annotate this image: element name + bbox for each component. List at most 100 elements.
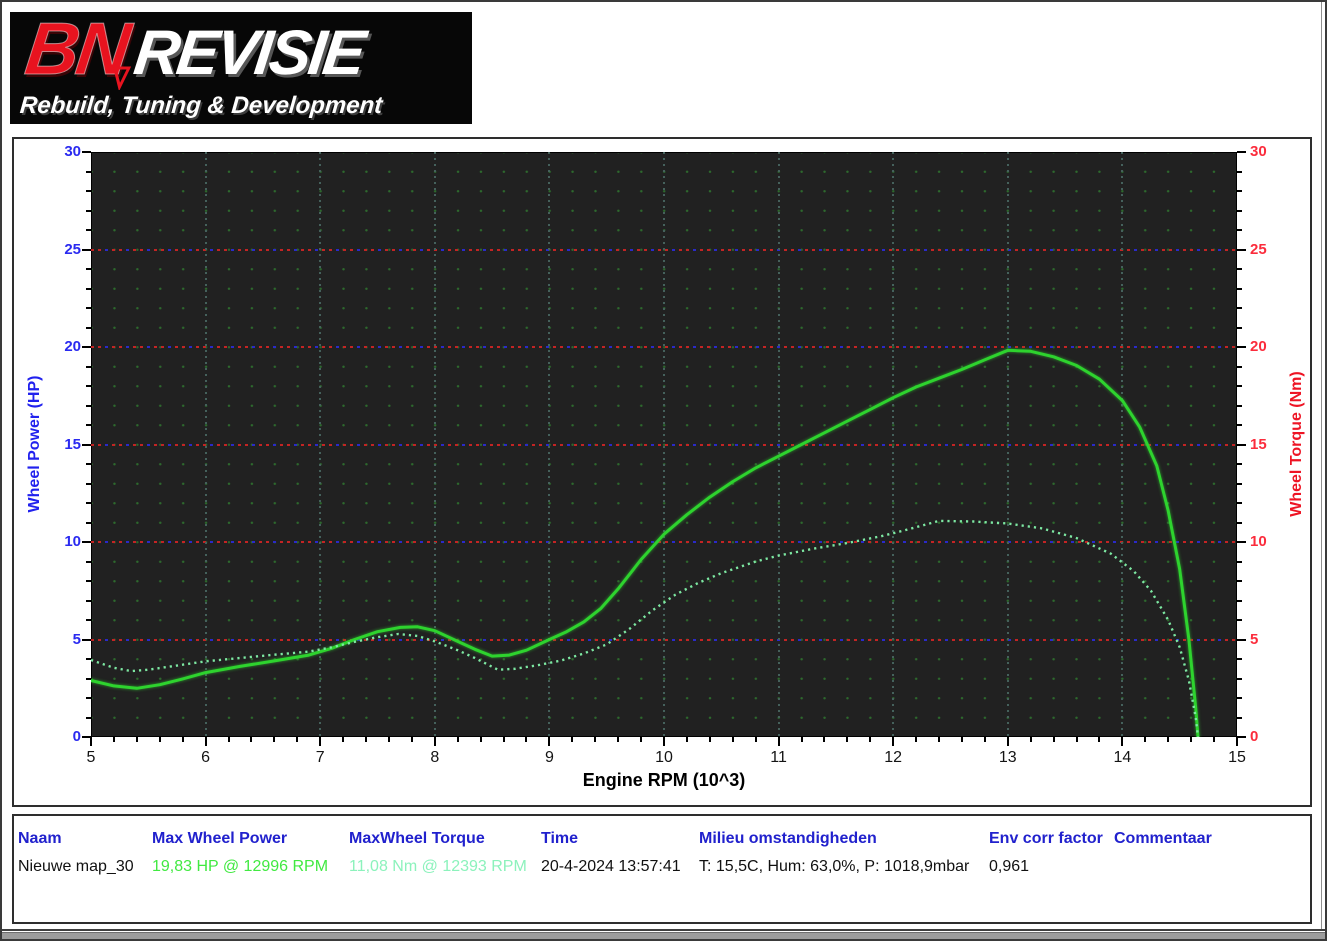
y-major-tick-right	[1237, 249, 1246, 251]
x-tick-label: 11	[761, 749, 797, 767]
column-header: Commentaar	[1114, 830, 1212, 848]
x-minor-tick	[640, 737, 642, 742]
column-header: Naam	[18, 830, 62, 848]
x-minor-tick	[250, 737, 252, 742]
y-major-tick-left	[82, 151, 91, 153]
y-major-tick-right	[1237, 444, 1246, 446]
y-minor-tick-right	[1237, 190, 1242, 192]
x-minor-tick	[182, 737, 184, 742]
y-minor-tick-left	[86, 658, 91, 660]
y-tick-label-right: 10	[1250, 533, 1286, 550]
logo-triangle-icon	[109, 66, 131, 95]
x-minor-tick	[732, 737, 734, 742]
y-tick-label-right: 15	[1250, 436, 1286, 453]
column-header: Env corr factor	[989, 830, 1103, 848]
y-major-tick-left	[82, 736, 91, 738]
y-major-tick-left	[82, 249, 91, 251]
x-minor-tick	[617, 737, 619, 742]
x-minor-tick	[228, 737, 230, 742]
x-minor-tick	[342, 737, 344, 742]
y-minor-tick-right	[1237, 561, 1242, 563]
x-minor-tick	[136, 737, 138, 742]
x-minor-tick	[525, 737, 527, 742]
x-major-tick	[90, 737, 92, 746]
x-tick-label: 9	[531, 749, 567, 767]
y-minor-tick-left	[86, 483, 91, 485]
y-minor-tick-left	[86, 463, 91, 465]
x-tick-label: 14	[1104, 749, 1140, 767]
x-tick-label: 5	[73, 749, 109, 767]
y-minor-tick-left	[86, 580, 91, 582]
curves-layer	[91, 152, 1237, 737]
y-minor-tick-right	[1237, 600, 1242, 602]
y-tick-label-right: 0	[1250, 728, 1286, 745]
x-minor-tick	[1144, 737, 1146, 742]
right-axis-title: Wheel Torque (Nm)	[1288, 371, 1306, 516]
column-header: Milieu omstandigheden	[699, 830, 877, 848]
y-minor-tick-left	[86, 366, 91, 368]
x-major-tick	[205, 737, 207, 746]
y-minor-tick-left	[86, 229, 91, 231]
column-header: MaxWheel Torque	[349, 830, 485, 848]
y-major-tick-right	[1237, 346, 1246, 348]
x-minor-tick	[1076, 737, 1078, 742]
power-curve	[91, 350, 1198, 737]
y-minor-tick-right	[1237, 210, 1242, 212]
y-minor-tick-right	[1237, 483, 1242, 485]
x-minor-tick	[480, 737, 482, 742]
x-minor-tick	[823, 737, 825, 742]
y-minor-tick-left	[86, 190, 91, 192]
x-minor-tick	[984, 737, 986, 742]
y-major-tick-right	[1237, 736, 1246, 738]
y-minor-tick-right	[1237, 268, 1242, 270]
y-tick-label-left: 15	[45, 436, 81, 453]
cell-value: 20-4-2024 13:57:41	[541, 858, 681, 876]
x-minor-tick	[1030, 737, 1032, 742]
x-minor-tick	[365, 737, 367, 742]
y-minor-tick-right	[1237, 366, 1242, 368]
y-minor-tick-right	[1237, 463, 1242, 465]
cell-value: Nieuwe map_30	[18, 858, 134, 876]
y-tick-label-left: 5	[45, 631, 81, 648]
x-minor-tick	[159, 737, 161, 742]
x-minor-tick	[113, 737, 115, 742]
cell-value: 11,08 Nm @ 12393 RPM	[349, 858, 527, 876]
x-minor-tick	[503, 737, 505, 742]
y-minor-tick-right	[1237, 502, 1242, 504]
x-minor-tick	[1190, 737, 1192, 742]
y-minor-tick-left	[86, 424, 91, 426]
y-minor-tick-left	[86, 210, 91, 212]
torque-curve	[91, 521, 1198, 737]
x-minor-tick	[686, 737, 688, 742]
y-minor-tick-left	[86, 561, 91, 563]
y-major-tick-left	[82, 639, 91, 641]
x-tick-label: 7	[302, 749, 338, 767]
x-minor-tick	[594, 737, 596, 742]
cell-value: 0,961	[989, 858, 1029, 876]
y-minor-tick-left	[86, 405, 91, 407]
y-minor-tick-left	[86, 619, 91, 621]
y-minor-tick-left	[86, 697, 91, 699]
window-bottom-bar	[2, 932, 1325, 939]
y-major-tick-left	[82, 541, 91, 543]
y-minor-tick-right	[1237, 288, 1242, 290]
x-major-tick	[663, 737, 665, 746]
y-minor-tick-right	[1237, 717, 1242, 719]
y-minor-tick-right	[1237, 658, 1242, 660]
x-major-tick	[1007, 737, 1009, 746]
results-table: NaamNieuwe map_30Max Wheel Power19,83 HP…	[12, 814, 1312, 924]
y-minor-tick-left	[86, 307, 91, 309]
y-minor-tick-right	[1237, 619, 1242, 621]
y-major-tick-right	[1237, 639, 1246, 641]
x-minor-tick	[1167, 737, 1169, 742]
x-minor-tick	[846, 737, 848, 742]
y-minor-tick-left	[86, 171, 91, 173]
y-major-tick-right	[1237, 151, 1246, 153]
y-minor-tick-right	[1237, 697, 1242, 699]
logo-revisie-text: REVISIE	[130, 18, 366, 88]
x-major-tick	[892, 737, 894, 746]
x-minor-tick	[457, 737, 459, 742]
x-minor-tick	[915, 737, 917, 742]
left-axis-title: Wheel Power (HP)	[26, 376, 44, 513]
window-right-edge	[1321, 2, 1322, 929]
